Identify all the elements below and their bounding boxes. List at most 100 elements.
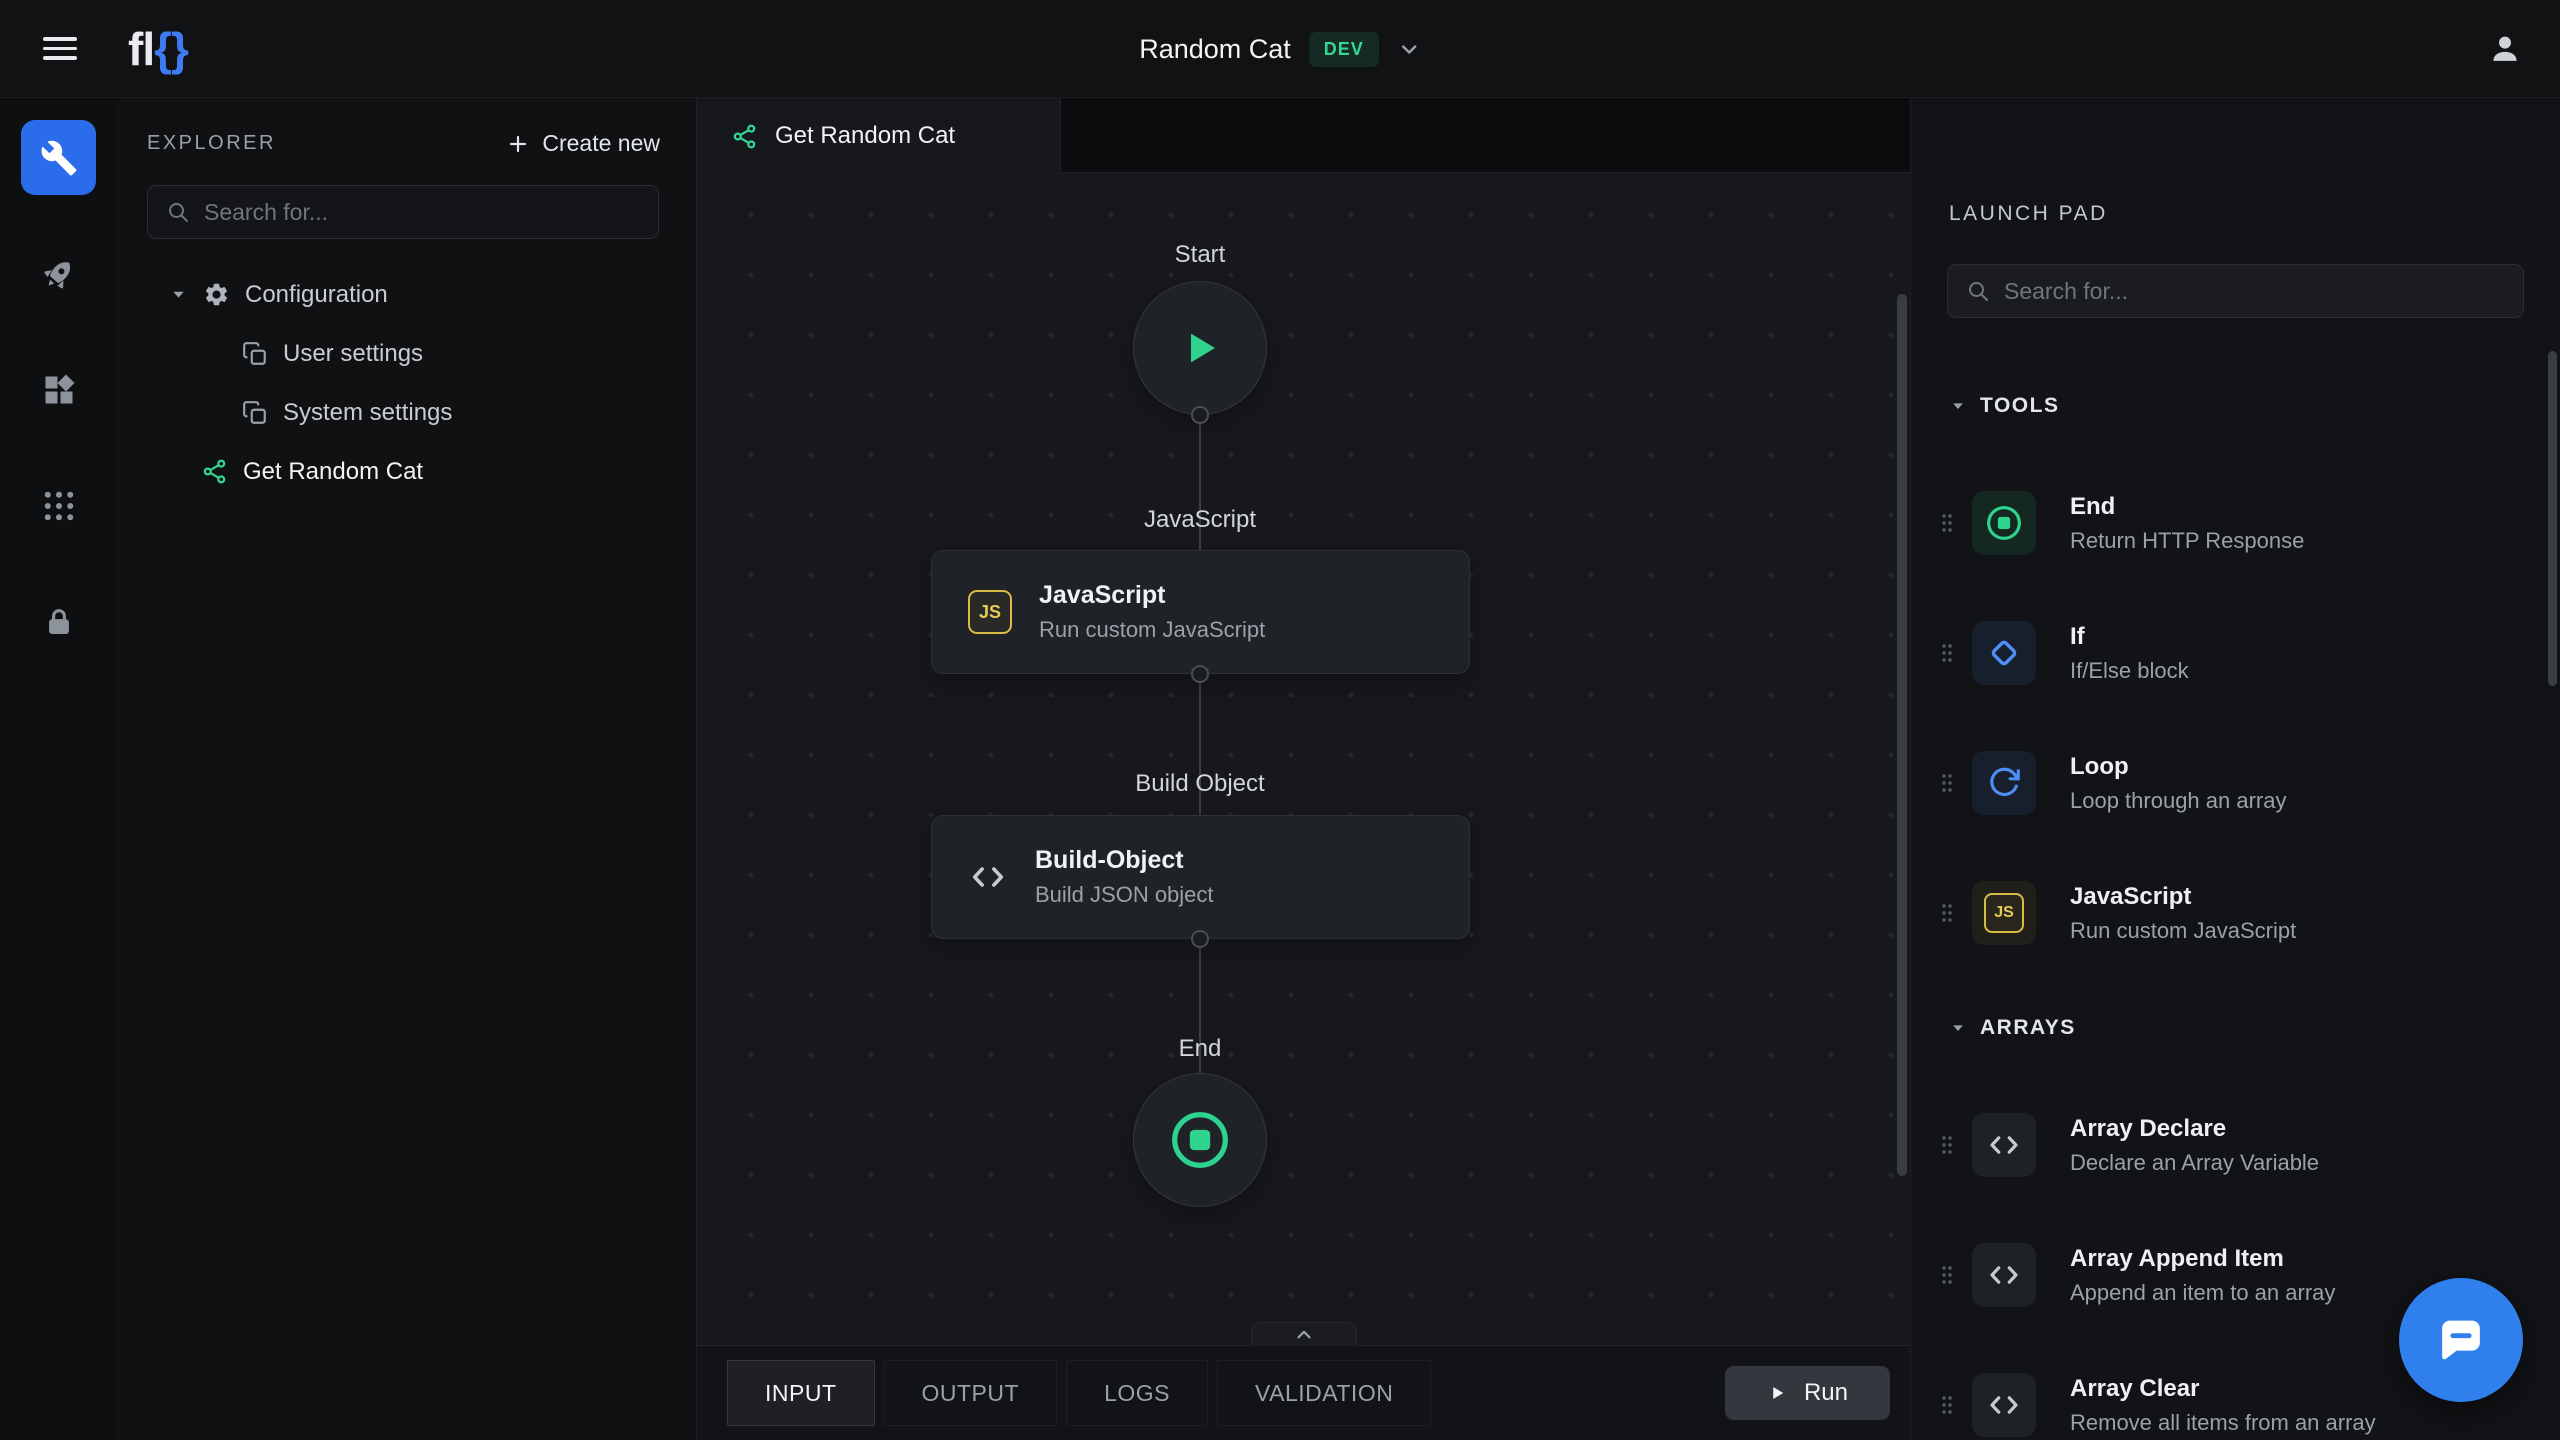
bottom-tab-input[interactable]: INPUT — [727, 1360, 875, 1426]
item-subtitle: Run custom JavaScript — [2070, 918, 2296, 944]
build-object-node[interactable]: Build-Object Build JSON object — [931, 815, 1470, 939]
user-menu-button[interactable] — [2488, 32, 2522, 66]
end-node[interactable] — [1133, 1073, 1267, 1207]
canvas-region: Get Random Cat Start JavaScript JS JavaS… — [697, 98, 1910, 1440]
launchpad-item-javascript[interactable]: JS JavaScript Run custom JavaScript — [1911, 848, 2560, 978]
hamburger-menu-button[interactable] — [32, 21, 88, 77]
tree-item-configuration[interactable]: Configuration — [117, 265, 696, 324]
plus-icon — [506, 132, 530, 156]
item-subtitle: If/Else block — [2070, 658, 2189, 684]
copy-icon — [242, 400, 268, 426]
tree-item-label: Get Random Cat — [243, 458, 423, 486]
drag-handle[interactable] — [1935, 898, 1959, 928]
launchpad-item-array-declare[interactable]: Array Declare Declare an Array Variable — [1911, 1080, 2560, 1210]
grip-icon — [1935, 638, 1959, 668]
env-badge: DEV — [1309, 32, 1379, 67]
chat-launcher-button[interactable] — [2399, 1278, 2523, 1402]
item-subtitle: Append an item to an array — [2070, 1280, 2335, 1306]
tree-item-label: User settings — [283, 340, 423, 368]
rail-item-flows[interactable] — [21, 120, 96, 195]
launchpad-title: LAUNCH PAD — [1949, 202, 2560, 226]
explorer-search-input[interactable] — [204, 199, 640, 226]
section-tools[interactable]: TOOLS — [1949, 394, 2560, 418]
code-icon — [968, 857, 1008, 897]
grip-icon — [1935, 1130, 1959, 1160]
node-title: Build-Object — [1035, 846, 1214, 875]
drag-handle[interactable] — [1935, 768, 1959, 798]
chevron-up-icon — [1293, 1324, 1315, 1346]
caret-down-icon — [1949, 397, 1967, 415]
bottom-panel-expand-button[interactable] — [1251, 1322, 1357, 1346]
user-avatar-icon — [2488, 32, 2522, 66]
grip-icon — [1935, 1390, 1959, 1420]
launchpad-search-input[interactable] — [2004, 278, 2505, 305]
caret-down-icon[interactable] — [169, 285, 188, 304]
drag-handle[interactable] — [1935, 638, 1959, 668]
topbar: fl{} Random Cat DEV — [0, 0, 2560, 98]
tab-label: Get Random Cat — [775, 122, 955, 150]
node-label-build-object: Build Object — [1135, 770, 1264, 798]
tab-get-random-cat[interactable]: Get Random Cat — [697, 98, 1061, 174]
loop-icon — [1986, 765, 2022, 801]
javascript-node[interactable]: JS JavaScript Run custom JavaScript — [931, 550, 1470, 674]
flow-canvas[interactable]: Start JavaScript JS JavaScript Run custo… — [697, 173, 1910, 1345]
lock-icon — [42, 605, 76, 639]
hamburger-icon — [43, 37, 77, 60]
app-logo[interactable]: fl{} — [128, 22, 188, 76]
rail-item-widgets[interactable] — [0, 360, 117, 420]
rail-item-deployments[interactable] — [0, 244, 117, 304]
rail-item-apps[interactable] — [0, 476, 117, 536]
bottom-tab-logs[interactable]: LOGS — [1066, 1360, 1208, 1426]
if-diamond-icon — [1983, 632, 2025, 674]
drag-handle[interactable] — [1935, 1260, 1959, 1290]
drag-handle[interactable] — [1935, 508, 1959, 538]
create-new-button[interactable]: Create new — [506, 130, 660, 157]
launchpad-item-end[interactable]: End Return HTTP Response — [1911, 458, 2560, 588]
explorer-header: EXPLORER Create new — [147, 130, 660, 157]
logo-braces: {} — [154, 23, 188, 75]
tree-item-get-random-cat[interactable]: Get Random Cat — [117, 442, 696, 501]
section-arrays[interactable]: ARRAYS — [1949, 1016, 2560, 1040]
run-button[interactable]: Run — [1725, 1366, 1890, 1420]
item-title: Loop — [2070, 753, 2287, 781]
chevron-down-icon[interactable] — [1397, 37, 1421, 61]
rail-item-security[interactable] — [0, 592, 117, 652]
left-rail — [0, 98, 117, 1440]
node-label-javascript: JavaScript — [1144, 506, 1256, 534]
end-node-tile — [1972, 491, 2036, 555]
grip-icon — [1935, 1260, 1959, 1290]
node-port[interactable] — [1191, 930, 1209, 948]
bottom-tab-output[interactable]: OUTPUT — [884, 1360, 1058, 1426]
item-title: If — [2070, 623, 2189, 651]
loop-node-tile — [1972, 751, 2036, 815]
array-node-tile — [1972, 1373, 2036, 1437]
array-node-tile — [1972, 1113, 2036, 1177]
app-root: fl{} Random Cat DEV EXPLORER — [0, 0, 2560, 1440]
editor-tabstrip: Get Random Cat — [697, 98, 1910, 173]
rocket-icon — [33, 249, 84, 300]
item-title: JavaScript — [2070, 883, 2296, 911]
start-node[interactable] — [1133, 281, 1267, 415]
bottom-tab-validation[interactable]: VALIDATION — [1217, 1360, 1431, 1426]
flow-icon — [201, 458, 228, 485]
drag-handle[interactable] — [1935, 1130, 1959, 1160]
code-icon — [1986, 1127, 2022, 1163]
search-icon — [166, 200, 190, 224]
launchpad-scrollbar[interactable] — [2548, 351, 2557, 686]
gear-icon — [203, 281, 230, 308]
canvas-scrollbar[interactable] — [1897, 294, 1907, 1176]
drag-handle[interactable] — [1935, 1390, 1959, 1420]
launchpad-item-if[interactable]: If If/Else block — [1911, 588, 2560, 718]
launchpad-search — [1947, 264, 2524, 318]
run-label: Run — [1804, 1379, 1848, 1407]
node-port[interactable] — [1191, 665, 1209, 683]
play-icon — [1176, 324, 1224, 372]
apps-grid-icon — [41, 488, 77, 524]
tree-item-system-settings[interactable]: System settings — [117, 383, 696, 442]
node-port[interactable] — [1191, 406, 1209, 424]
launchpad-item-loop[interactable]: Loop Loop through an array — [1911, 718, 2560, 848]
js-node-tile: JS — [1972, 881, 2036, 945]
create-new-label: Create new — [542, 130, 660, 157]
node-subtitle: Build JSON object — [1035, 882, 1214, 908]
tree-item-user-settings[interactable]: User settings — [117, 324, 696, 383]
